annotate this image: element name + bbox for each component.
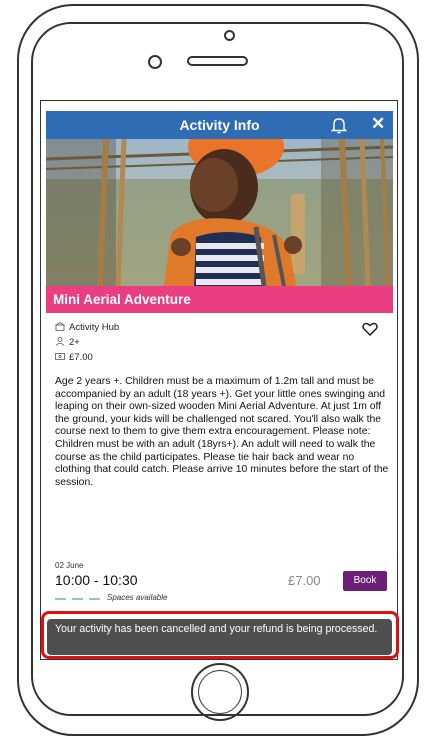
venue-name: Activity Hub	[69, 322, 120, 333]
activity-name: Mini Aerial Adventure	[53, 292, 191, 307]
venue-row: Activity Hub	[55, 322, 119, 333]
session-time: 10:00 - 10:30	[55, 572, 138, 588]
person-icon	[55, 337, 65, 346]
close-button[interactable]: ✕	[371, 114, 385, 134]
availability-indicator	[55, 598, 101, 600]
price-row: £7.00	[55, 352, 93, 363]
front-camera	[224, 30, 235, 41]
toast-highlight-outline	[41, 611, 399, 659]
activity-price: £7.00	[69, 352, 93, 363]
proximity-sensor	[148, 55, 162, 69]
favorite-heart-icon[interactable]	[362, 322, 378, 336]
activity-description: Age 2 years +. Children must be a maximu…	[55, 376, 389, 488]
availability-text: Spaces available	[107, 593, 168, 602]
home-button[interactable]	[191, 663, 249, 721]
session-date: 02 June	[55, 561, 84, 570]
age-row: 2+	[55, 337, 80, 348]
ticket-icon	[55, 353, 65, 360]
bell-icon[interactable]	[331, 116, 347, 134]
age-range: 2+	[69, 337, 80, 348]
app-screen: Activity Info ✕ Mini Aerial Adventure Ac…	[40, 100, 398, 660]
home-button-ring	[198, 670, 242, 714]
activity-title-bar: Mini Aerial Adventure	[46, 286, 393, 313]
activity-photo	[46, 139, 393, 286]
earpiece-speaker	[187, 56, 248, 66]
app-header: Activity Info ✕	[46, 111, 393, 139]
building-icon	[55, 322, 65, 331]
book-button[interactable]: Book	[343, 571, 387, 591]
session-price: £7.00	[288, 573, 321, 588]
